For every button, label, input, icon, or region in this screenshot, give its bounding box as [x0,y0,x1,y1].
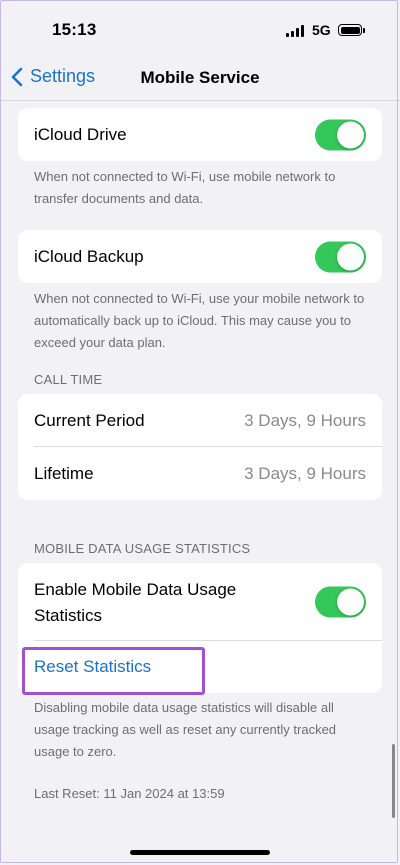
icloud-drive-toggle[interactable] [315,119,366,150]
current-period-value: 3 Days, 9 Hours [244,410,366,430]
current-period-label: Current Period [34,410,145,430]
last-reset-text: Last Reset: 11 Jan 2024 at 13:59 [34,786,225,801]
settings-list[interactable]: iCloud Drive When not connected to Wi-Fi… [0,101,400,865]
enable-usage-stats-label: Enable Mobile Data Usage Statistics [34,580,237,625]
battery-tip [363,28,365,33]
usage-stats-footnote: Disabling mobile data usage statistics w… [34,700,337,759]
icloud-drive-footnote: When not connected to Wi-Fi, use mobile … [34,169,336,206]
reset-highlight-box [22,647,205,695]
navigation-bar: Settings Mobile Service [0,60,400,101]
current-period-row: Current Period 3 Days, 9 Hours [18,394,382,447]
status-bar: 15:13 5G [0,0,400,60]
lifetime-row: Lifetime 3 Days, 9 Hours [18,447,382,500]
icloud-backup-row: iCloud Backup [18,230,382,283]
battery-icon [338,24,362,36]
enable-usage-stats-toggle[interactable] [315,586,366,618]
icloud-backup-footnote: When not connected to Wi-Fi, use your mo… [34,291,365,350]
home-indicator[interactable] [130,850,270,855]
network-type: 5G [312,22,331,38]
icloud-drive-label: iCloud Drive [34,124,127,144]
cellular-signal-icon [286,25,306,37]
status-time: 15:13 [52,20,97,39]
icloud-backup-toggle[interactable] [315,241,366,272]
icloud-backup-group: iCloud Backup [18,230,382,283]
usage-stats-header: MOBILE DATA USAGE STATISTICS [34,541,251,556]
lifetime-label: Lifetime [34,463,94,483]
page-title: Mobile Service [140,68,260,87]
call-time-header: CALL TIME [34,372,103,387]
icloud-backup-label: iCloud Backup [34,246,144,266]
icloud-drive-row: iCloud Drive [18,108,382,161]
lifetime-value: 3 Days, 9 Hours [244,463,366,483]
enable-usage-stats-row: Enable Mobile Data Usage Statistics [18,563,382,641]
scroll-indicator[interactable] [392,744,395,818]
icloud-drive-group: iCloud Drive [18,108,382,161]
call-time-group: Current Period 3 Days, 9 Hours Lifetime … [18,394,382,500]
